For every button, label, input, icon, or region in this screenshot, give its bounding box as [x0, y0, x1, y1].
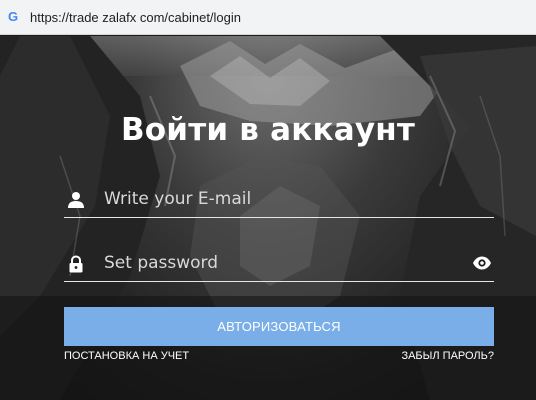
eye-icon[interactable] [472, 255, 492, 271]
authorize-button[interactable]: АВТОРИЗОВАТЬСЯ [64, 307, 494, 346]
user-icon [68, 192, 84, 208]
email-field-group [64, 182, 494, 218]
browser-address-bar: G https://trade zalafx com/cabinet/login [0, 0, 536, 35]
google-favicon-icon: G [8, 9, 19, 24]
register-link[interactable]: ПОСТАНОВКА НА УЧЕТ [64, 350, 189, 362]
lock-icon [69, 255, 83, 273]
address-url[interactable]: https://trade zalafx com/cabinet/login [30, 10, 241, 25]
login-title: Войти в аккаунт [120, 112, 416, 148]
forgot-password-link[interactable]: ЗАБЫЛ ПАРОЛЬ? [401, 350, 494, 362]
email-input[interactable] [104, 185, 464, 213]
password-field-group [64, 246, 494, 282]
password-input[interactable] [104, 249, 464, 277]
